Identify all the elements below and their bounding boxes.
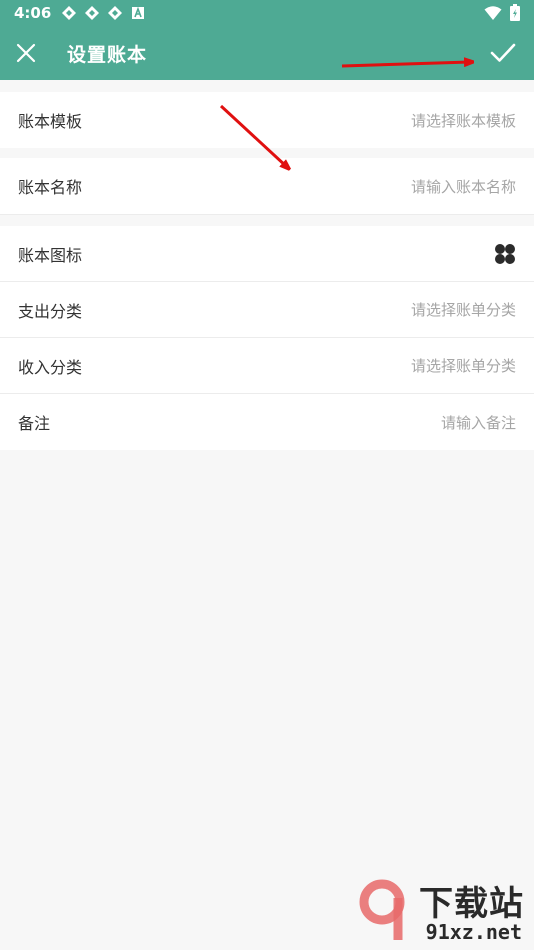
- income-category-placeholder: 请选择账单分类: [410, 357, 516, 375]
- close-icon: [16, 43, 36, 63]
- expense-category-row[interactable]: 支出分类 请选择账单分类: [0, 282, 534, 338]
- income-category-row[interactable]: 收入分类 请选择账单分类: [0, 338, 534, 394]
- name-group: 账本名称 请输入账本名称: [0, 158, 534, 215]
- status-notification-icons: [61, 5, 146, 21]
- check-icon: [490, 43, 516, 62]
- status-bar: 4:06: [0, 0, 534, 26]
- icon-row[interactable]: 账本图标: [0, 226, 534, 282]
- status-time: 4:06: [14, 4, 52, 22]
- watermark-logo-icon: [359, 879, 405, 940]
- a-badge-icon: [132, 6, 145, 19]
- page-title: 设置账本: [67, 44, 148, 66]
- expense-category-label: 支出分类: [18, 301, 83, 321]
- template-label: 账本模板: [18, 112, 83, 131]
- app-notify-icon: [62, 6, 77, 20]
- expense-category-placeholder: 请选择账单分类: [410, 301, 516, 319]
- battery-icon: [510, 4, 520, 21]
- name-input[interactable]: 请输入账本名称: [411, 176, 516, 197]
- watermark: 下载站 91xz.net: [358, 874, 530, 946]
- note-row[interactable]: 备注 请输入备注: [0, 394, 534, 450]
- watermark-url: 91xz.net: [425, 920, 522, 944]
- note-label: 备注: [18, 414, 51, 433]
- icon-label: 账本图标: [18, 245, 83, 265]
- income-category-label: 收入分类: [18, 357, 83, 377]
- details-group: 账本图标 支出分类 请选择账单分类 收入分类 请选择账单分类 备注 请输入备注: [0, 226, 534, 450]
- watermark-brand: 下载站: [419, 884, 524, 924]
- app-bar: 设置账本: [0, 26, 534, 80]
- name-label: 账本名称: [18, 178, 83, 197]
- close-button[interactable]: [12, 39, 40, 67]
- note-input[interactable]: 请输入备注: [441, 412, 516, 433]
- template-placeholder: 请选择账本模板: [410, 111, 516, 130]
- status-right-icons: [484, 4, 520, 21]
- app-notify-icon: [108, 6, 123, 20]
- template-row[interactable]: 账本模板 请选择账本模板: [0, 92, 534, 148]
- name-row[interactable]: 账本名称 请输入账本名称: [0, 158, 534, 214]
- template-group: 账本模板 请选择账本模板: [0, 92, 534, 148]
- wifi-icon: [484, 5, 502, 20]
- confirm-button[interactable]: [488, 38, 518, 68]
- clover-grid-icon[interactable]: [494, 243, 516, 265]
- app-notify-icon: [85, 6, 100, 20]
